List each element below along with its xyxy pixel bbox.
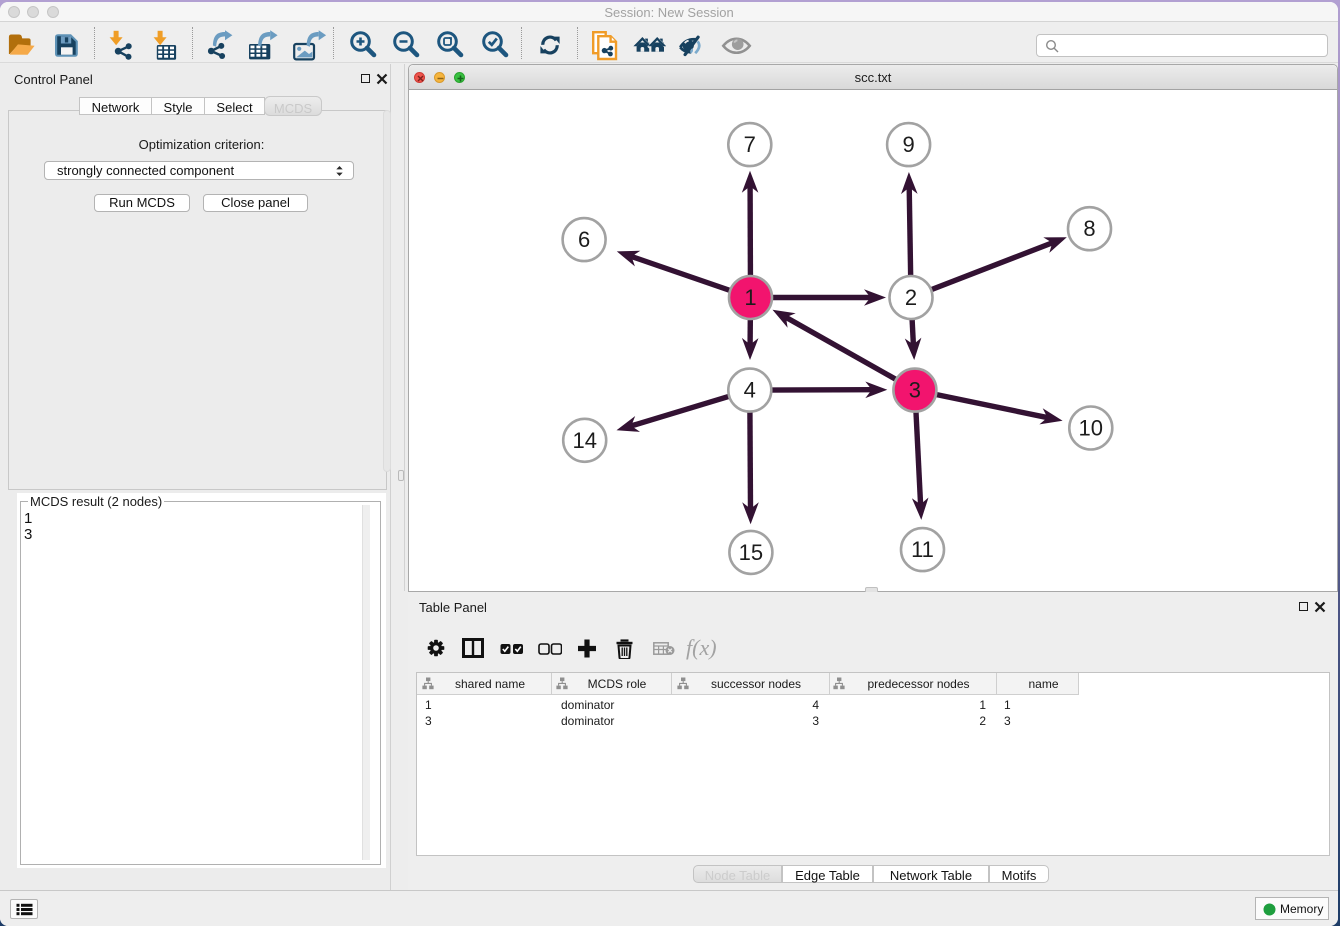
svg-text:6: 6 — [578, 227, 590, 252]
svg-text:2: 2 — [905, 285, 917, 310]
svg-text:8: 8 — [1083, 216, 1095, 241]
svg-text:10: 10 — [1079, 416, 1103, 441]
svg-text:1: 1 — [744, 285, 756, 310]
svg-text:9: 9 — [902, 132, 914, 157]
svg-text:11: 11 — [911, 537, 934, 562]
svg-text:7: 7 — [744, 132, 756, 157]
svg-text:3: 3 — [909, 378, 921, 403]
svg-text:15: 15 — [739, 540, 763, 565]
svg-text:4: 4 — [744, 378, 756, 403]
svg-text:14: 14 — [572, 428, 596, 453]
